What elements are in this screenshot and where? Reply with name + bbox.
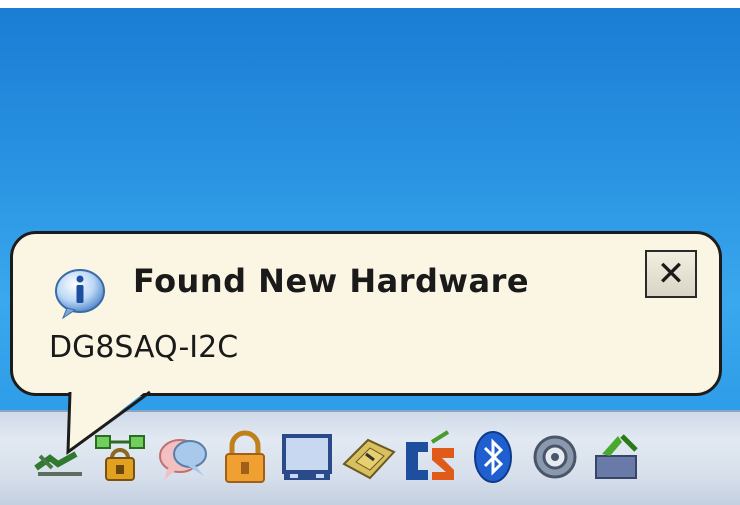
security-lock-icon[interactable] xyxy=(216,428,274,486)
cs-app-icon[interactable] xyxy=(402,428,460,486)
notification-message: DG8SAQ-I2C xyxy=(49,330,239,365)
info-icon xyxy=(53,266,107,320)
close-button[interactable]: ✕ xyxy=(645,250,697,298)
display-icon[interactable] xyxy=(278,428,336,486)
hardware-card-icon[interactable] xyxy=(340,428,398,486)
notification-balloon[interactable]: Found New Hardware DG8SAQ-I2C ✕ xyxy=(10,231,722,396)
update-icon[interactable] xyxy=(588,428,646,486)
audio-icon[interactable] xyxy=(526,428,584,486)
notification-title: Found New Hardware xyxy=(133,262,530,300)
bluetooth-icon[interactable] xyxy=(464,428,522,486)
screen-edge xyxy=(0,0,740,8)
balloon-pointer xyxy=(66,388,151,456)
